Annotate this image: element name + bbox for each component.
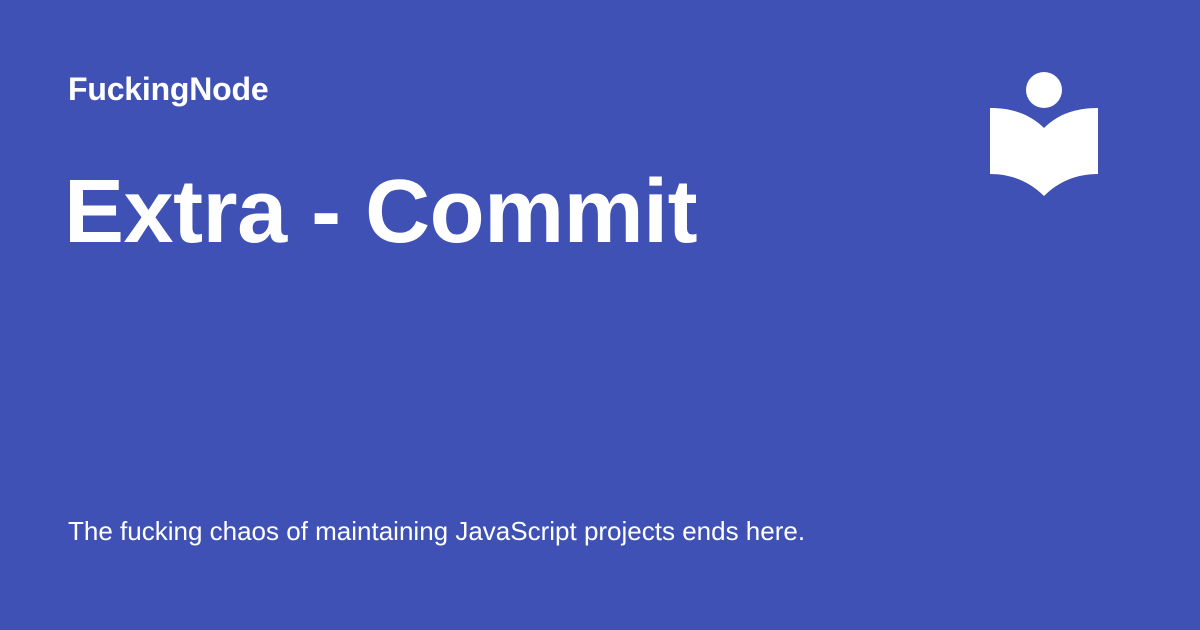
page-title: Extra - Commit bbox=[64, 162, 698, 262]
page-tagline: The fucking chaos of maintaining JavaScr… bbox=[68, 516, 806, 546]
social-card: FuckingNode Extra - Commit The fucking c… bbox=[0, 0, 1200, 630]
site-name: FuckingNode bbox=[68, 71, 269, 107]
open-book bbox=[990, 108, 1098, 196]
reader-book-icon bbox=[990, 72, 1098, 196]
reader-head bbox=[1026, 72, 1062, 108]
